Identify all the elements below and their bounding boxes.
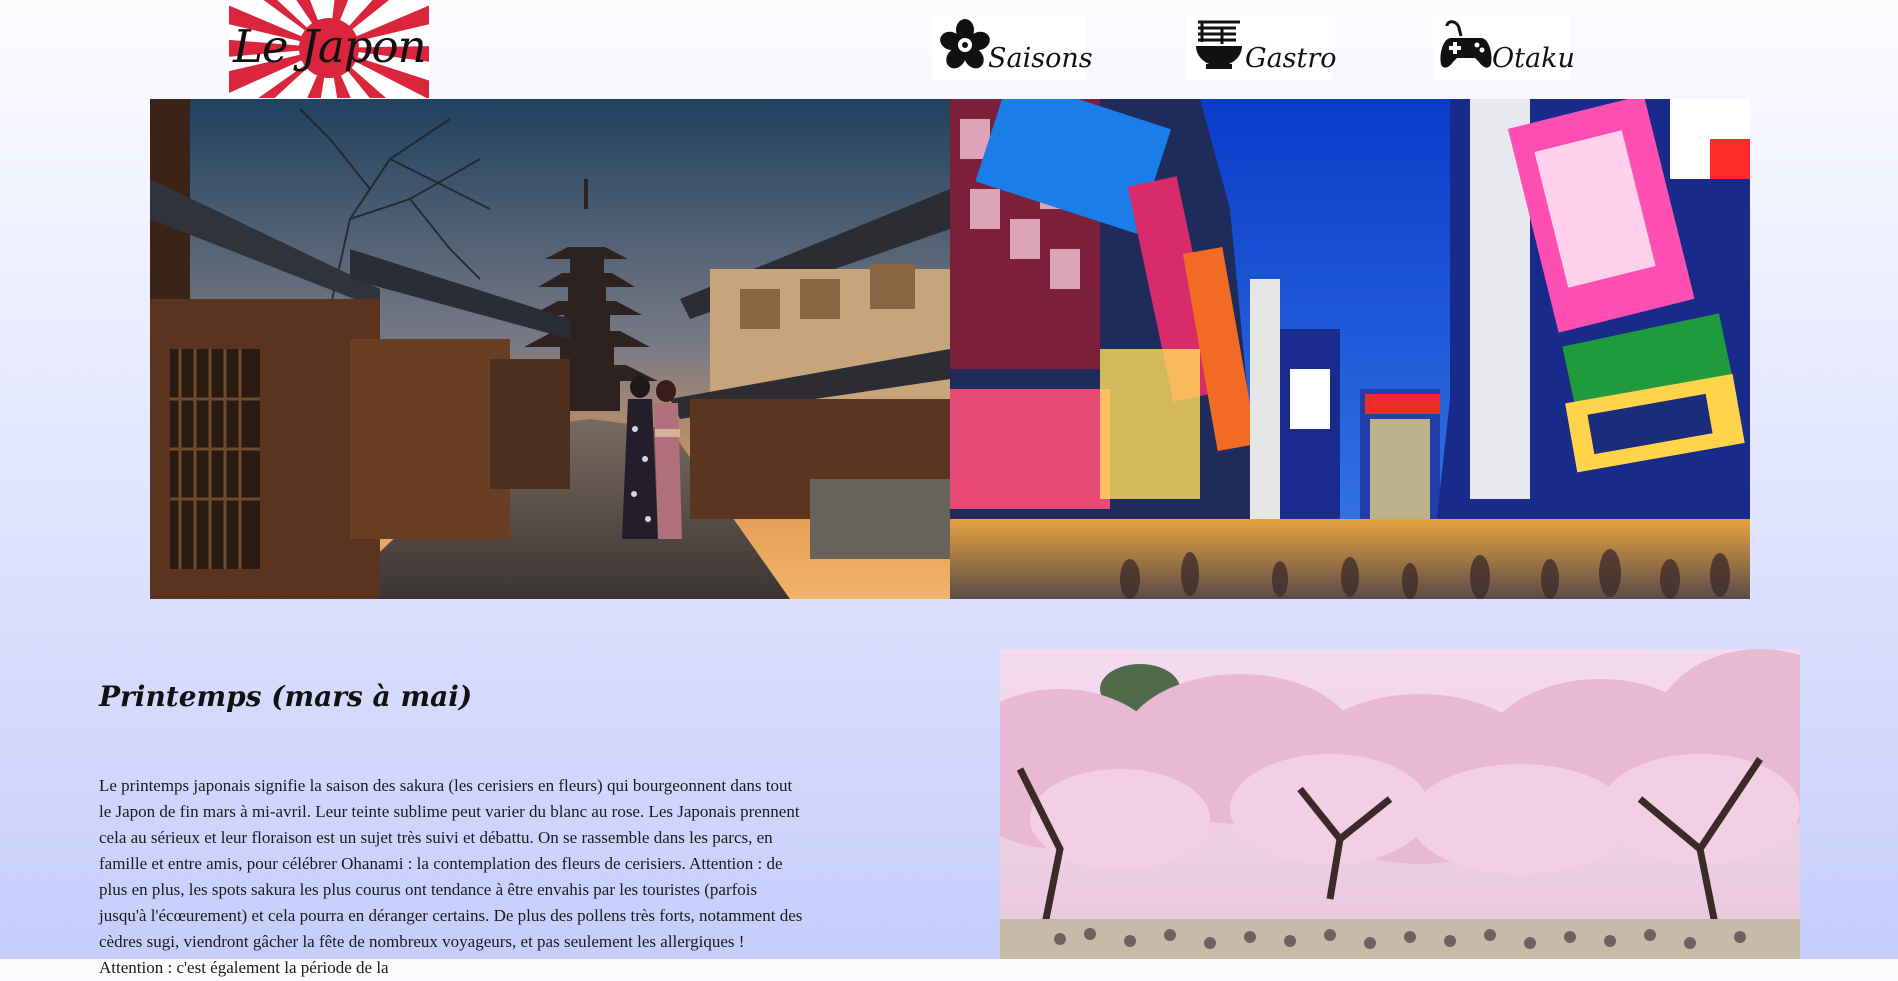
section-paragraph: Le printemps japonais signifie la saison…: [99, 776, 803, 977]
ramen-bowl-icon: [1192, 18, 1246, 76]
hero-banner: [150, 99, 1750, 599]
nav-label-saisons: Saisons: [988, 43, 1093, 74]
logo-text: Le Japon: [233, 20, 427, 73]
nav-label-gastro: Gastro: [1245, 43, 1337, 74]
nav-gastro[interactable]: Gastro: [1186, 16, 1337, 80]
nav-saisons[interactable]: Saisons: [932, 16, 1093, 80]
nav-label-otaku: Otaku: [1492, 43, 1575, 74]
site-logo[interactable]: Le Japon: [229, 0, 429, 98]
kyoto-street-photo: [150, 99, 950, 599]
section-title: Printemps (mars à mai): [99, 680, 473, 713]
gamepad-icon: [1439, 18, 1493, 76]
akihabara-street-photo: [950, 99, 1750, 599]
nav-otaku[interactable]: Otaku: [1433, 16, 1575, 80]
cherry-blossom-park-photo: [1000, 649, 1800, 959]
sakura-flower-icon: [938, 18, 992, 76]
